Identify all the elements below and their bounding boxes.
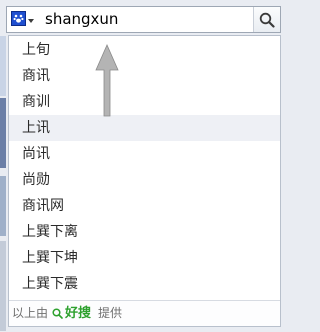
background-block bbox=[0, 98, 6, 168]
search-box bbox=[6, 6, 281, 33]
search-button[interactable] bbox=[253, 7, 280, 32]
footer-brand[interactable]: 好搜 bbox=[65, 301, 91, 326]
suggestion-item[interactable]: 上旬 bbox=[9, 37, 280, 63]
background-block bbox=[0, 176, 6, 236]
background-strip bbox=[0, 36, 6, 332]
background-block bbox=[0, 36, 6, 96]
search-input[interactable] bbox=[45, 10, 245, 29]
suggestion-dropdown: 上旬 商讯 商训 上讯 尚讯 尚勋 商讯网 上巽下离 上巽下坤 上巽下震 以上由… bbox=[8, 35, 281, 327]
suggestion-item[interactable]: 上巽下震 bbox=[9, 271, 280, 297]
suggestion-item[interactable]: 商讯 bbox=[9, 63, 280, 89]
suggestion-item[interactable]: 尚勋 bbox=[9, 167, 280, 193]
suggestion-item-selected[interactable]: 上讯 bbox=[9, 115, 280, 141]
footer-prefix: 以上由 bbox=[12, 306, 49, 320]
paw-icon bbox=[11, 11, 26, 26]
suggestion-item[interactable]: 上巽下坤 bbox=[9, 245, 280, 271]
magnifier-icon bbox=[259, 12, 275, 28]
suggestion-item[interactable]: 商训 bbox=[9, 89, 280, 115]
suggestion-item[interactable]: 上巽下离 bbox=[9, 219, 280, 245]
chevron-down-icon bbox=[28, 19, 34, 23]
magnifier-icon bbox=[52, 308, 63, 319]
arrow-up-icon bbox=[95, 44, 119, 117]
footer-suffix: 提供 bbox=[98, 306, 123, 320]
search-engine-selector[interactable] bbox=[10, 10, 36, 29]
background-block bbox=[0, 241, 6, 331]
suggestion-footer: 以上由 好搜 提供 bbox=[9, 300, 280, 326]
suggestion-item[interactable]: 商讯网 bbox=[9, 193, 280, 219]
suggestion-item[interactable]: 尚讯 bbox=[9, 141, 280, 167]
